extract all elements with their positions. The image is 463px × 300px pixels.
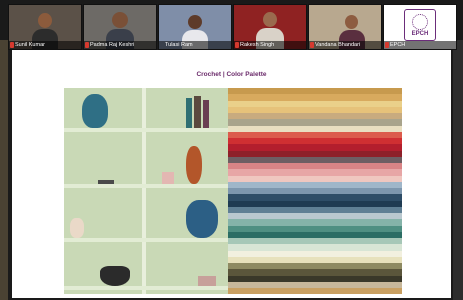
- mic-muted-icon: [85, 42, 89, 48]
- participant-name: Sunil Kumar: [9, 41, 81, 49]
- mic-muted-icon: [310, 42, 314, 48]
- mic-muted-icon: [235, 42, 239, 48]
- shelf-board: [64, 286, 228, 290]
- blue-pitcher: [82, 94, 108, 128]
- participant-name: Tulasi Ram: [159, 41, 231, 49]
- participant-name: EPCH: [384, 41, 456, 49]
- participant-tile[interactable]: EPCH EPCH: [383, 4, 457, 50]
- fabric-stack: [198, 276, 216, 286]
- participant-tile[interactable]: Rakesh Singh: [233, 4, 307, 50]
- participant-tile[interactable]: Padma Raj Keshri: [83, 4, 157, 50]
- shelf-board: [64, 238, 228, 242]
- right-backdrop: [453, 40, 463, 300]
- fabric-stack: [162, 172, 174, 184]
- book: [203, 100, 209, 128]
- participant-strip: Sunil Kumar Padma Raj Keshri Tulasi Ram …: [8, 4, 457, 50]
- mic-muted-icon: [385, 42, 389, 48]
- blue-jug: [186, 200, 218, 238]
- mic-muted-icon: [10, 42, 14, 48]
- logo-mark-icon: [412, 13, 428, 30]
- left-backdrop: [0, 40, 8, 300]
- small-dish: [98, 180, 114, 184]
- orange-vase: [186, 146, 202, 184]
- shelf-photo: [64, 88, 228, 294]
- black-bowl: [100, 266, 130, 286]
- book: [186, 98, 192, 128]
- shelf-board: [64, 184, 228, 188]
- shared-slide: Crochet | Color Palette: [12, 50, 451, 298]
- shelf-divider: [142, 88, 146, 294]
- participant-name: Vandana Bhandari: [309, 41, 381, 49]
- participant-tile[interactable]: Tulasi Ram: [158, 4, 232, 50]
- shelf-board: [64, 128, 228, 132]
- white-jug: [70, 218, 84, 238]
- participant-name: Rakesh Singh: [234, 41, 306, 49]
- participant-tile[interactable]: Sunil Kumar: [8, 4, 82, 50]
- palette-stripe: [228, 288, 402, 295]
- color-palette-stripes: [228, 88, 402, 295]
- participant-name: Padma Raj Keshri: [84, 41, 156, 49]
- book: [194, 96, 201, 128]
- slide-title: Crochet | Color Palette: [196, 71, 267, 78]
- participant-tile[interactable]: Vandana Bhandari: [308, 4, 382, 50]
- epch-logo: EPCH: [404, 9, 436, 41]
- logo-text: EPCH: [411, 30, 429, 37]
